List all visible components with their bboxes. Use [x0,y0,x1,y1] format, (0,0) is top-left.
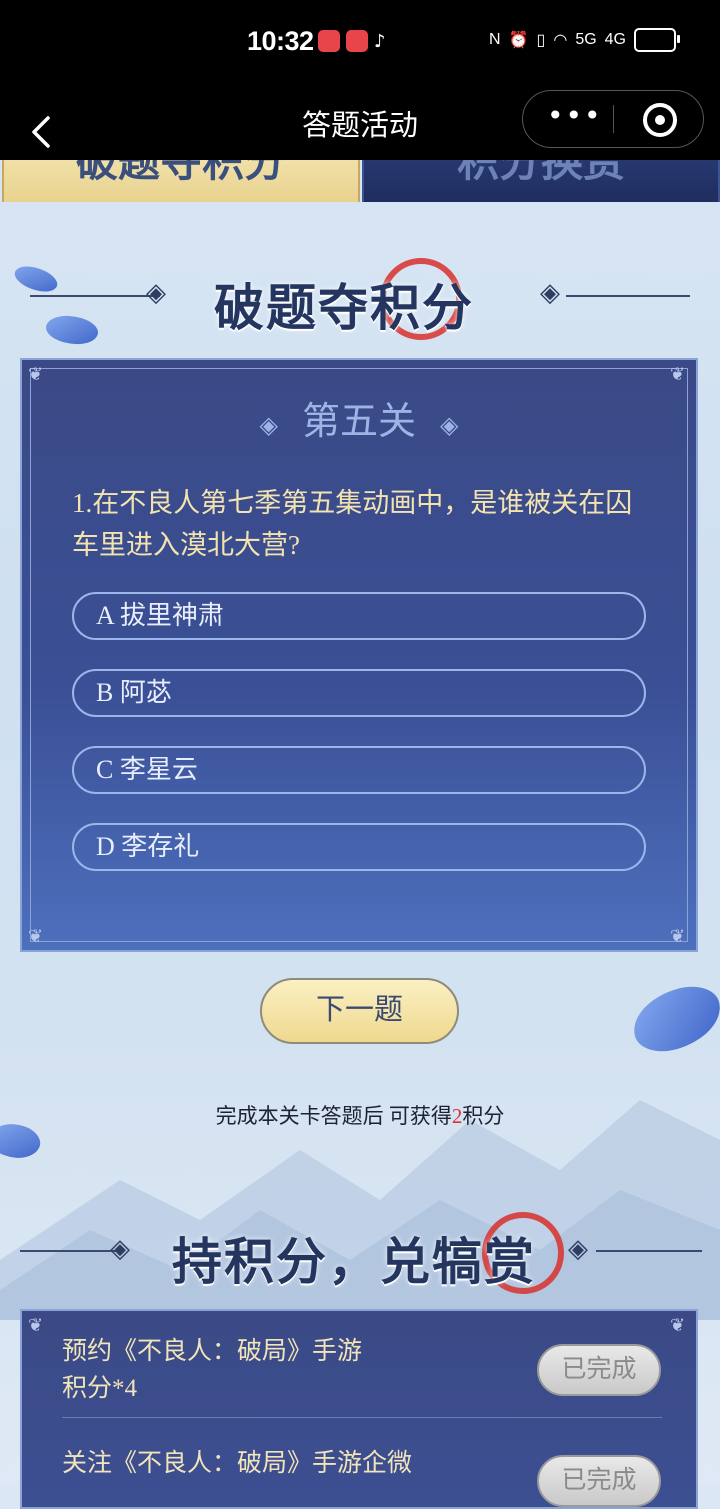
knot-ornament-icon: ◈ [540,278,560,308]
level-label: 第五关 [301,401,416,443]
more-menu-button[interactable]: ••• [547,99,603,132]
knot-ornament-icon: ◈ [146,278,166,308]
feather-decoration [626,979,720,1059]
notification-icons: ♪ [318,30,386,52]
level-ornament-icon: ◈ [440,411,459,440]
option-text: 李星云 [119,755,198,784]
signal-5g-icon: 5G [575,31,597,48]
option-text: 拔里神肃 [119,601,224,630]
nfc-icon: N [489,31,501,48]
option-text: 李存礼 [121,832,200,861]
close-mini-program-button[interactable] [643,103,677,137]
task-divider [62,1417,662,1418]
nav-bar: 答题活动 ••• [0,88,720,160]
option-letter: A [96,601,114,630]
option-letter: C [96,755,114,784]
task-title: 预约《不良人：破局》手游 [62,1338,363,1365]
mini-program-capsule: ••• [522,90,704,148]
capsule-divider [613,105,614,133]
tab-label: 积分换赏 [456,160,625,186]
next-question-button[interactable]: 下一题 [260,978,459,1044]
task-reward: 积分*4 [62,1375,138,1402]
battery-icon [634,28,680,52]
tab-label: 破题夺积分 [75,160,286,186]
tiktok-icon: ♪ [374,30,386,52]
status-time: 10:32 [247,26,314,56]
corner-ornament-icon: ❦ [28,926,44,947]
level-ornament-icon: ◈ [259,411,278,440]
task-item: 关注《不良人：破局》手游企微 [62,1445,502,1482]
task-title: 关注《不良人：破局》手游企微 [62,1450,413,1477]
title-deco-line [566,295,690,297]
knot-ornament-icon: ◈ [568,1234,588,1264]
tab-quiz[interactable]: 破题夺积分 [2,160,360,202]
wifi-icon: ◠ [553,32,568,49]
task-status-button[interactable]: 已完成 [537,1344,661,1396]
option-text: 阿苾 [119,678,172,707]
option-b[interactable]: B 阿苾 [72,669,646,717]
status-bar: 10:32 ♪ N ⏰ ▯ ◠ 5G 4G [0,0,720,88]
vibrate-icon: ▯ [536,32,546,49]
corner-ornament-icon: ❦ [670,364,686,385]
reward-prefix: 完成本关卡答题后 可获得 [215,1104,452,1128]
task-status-button[interactable]: 已完成 [537,1455,661,1507]
system-icons: N ⏰ ▯ ◠ 5G 4G [489,28,680,52]
option-d[interactable]: D 李存礼 [72,823,646,871]
section-tabs: 破题夺积分 积分换赏 [0,160,720,202]
knot-ornament-icon: ◈ [110,1234,130,1264]
corner-ornament-icon: ❦ [28,364,44,385]
signal-4g-icon: 4G [604,31,626,48]
tab-exchange[interactable]: 积分换赏 [362,160,720,202]
feather-decoration [43,309,101,351]
task-item: 预约《不良人：破局》手游 积分*4 [62,1333,502,1407]
alarm-icon: ⏰ [508,32,529,49]
reward-suffix: 积分 [462,1104,505,1128]
question-panel: ❦ ❦ ❦ ❦ ◈ 第五关 ◈ 1.在不良人第七季第五集动画中，是谁被关在囚车里进入… [20,358,698,952]
app-notification-icon [318,30,340,52]
reward-points: 2 [451,1104,463,1128]
corner-ornament-icon: ❦ [28,1315,44,1336]
section-title-quiz: 破题夺积分 [214,280,474,336]
feather-decoration [11,259,61,299]
task-panel: ❦ ❦ 预约《不良人：破局》手游 积分*4 已完成 关注《不良人：破局》手游企微… [20,1309,698,1509]
option-c[interactable]: C 李星云 [72,746,646,794]
title-deco-line [20,1250,120,1252]
question-text: 1.在不良人第七季第五集动画中，是谁被关在囚车里进入漠北大营? [72,488,633,560]
title-deco-line [596,1250,702,1252]
section-title-exchange: 持积分，兑犒赏 [172,1234,536,1290]
level-heading: ◈ 第五关 ◈ [22,390,696,445]
option-letter: B [96,678,114,707]
app-notification-icon [346,30,368,52]
corner-ornament-icon: ❦ [670,926,686,947]
corner-ornament-icon: ❦ [670,1315,686,1336]
title-deco-line [30,295,160,297]
reward-note: 完成本关卡答题后 可获得2积分 [0,1100,720,1130]
option-a[interactable]: A 拔里神肃 [72,592,646,640]
option-letter: D [96,832,115,861]
